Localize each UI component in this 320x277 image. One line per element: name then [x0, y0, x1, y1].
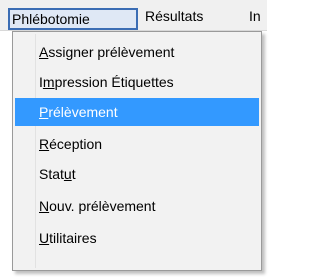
menu-item-label: Impression Étiquettes: [39, 74, 174, 90]
menu-bar: Phlébotomie Résultats In: [0, 0, 267, 31]
menu-item-label: Utilitaires: [39, 230, 97, 246]
menu-item-assigner-prelevement[interactable]: Assigner prélèvement: [15, 38, 259, 66]
menu-item-label: Statut: [39, 166, 76, 182]
menu-item-impression-etiquettes[interactable]: Impression Étiquettes: [15, 68, 259, 96]
menu-item-label: Réception: [39, 136, 103, 152]
menu-item-utilitaires[interactable]: Utilitaires: [15, 224, 259, 252]
menu-item-reception[interactable]: Réception: [15, 130, 259, 158]
menu-item-nouv-prelevement[interactable]: Nouv. prélèvement: [15, 192, 259, 220]
menu-tab-truncated[interactable]: In: [249, 6, 261, 26]
menu-item-label: Nouv. prélèvement: [39, 198, 156, 214]
menu-item-prelevement[interactable]: Prélèvement: [15, 98, 259, 126]
menu-item-statut[interactable]: Statut: [15, 160, 259, 188]
menu-item-label: Assigner prélèvement: [39, 44, 175, 60]
menu-tab-resultats[interactable]: Résultats: [145, 6, 203, 26]
phlebotomie-dropdown-menu: Assigner prélèvement Impression Étiquett…: [12, 31, 262, 271]
menu-item-label: Prélèvement: [39, 104, 118, 120]
menu-tab-phlebotomie[interactable]: Phlébotomie: [8, 8, 138, 30]
